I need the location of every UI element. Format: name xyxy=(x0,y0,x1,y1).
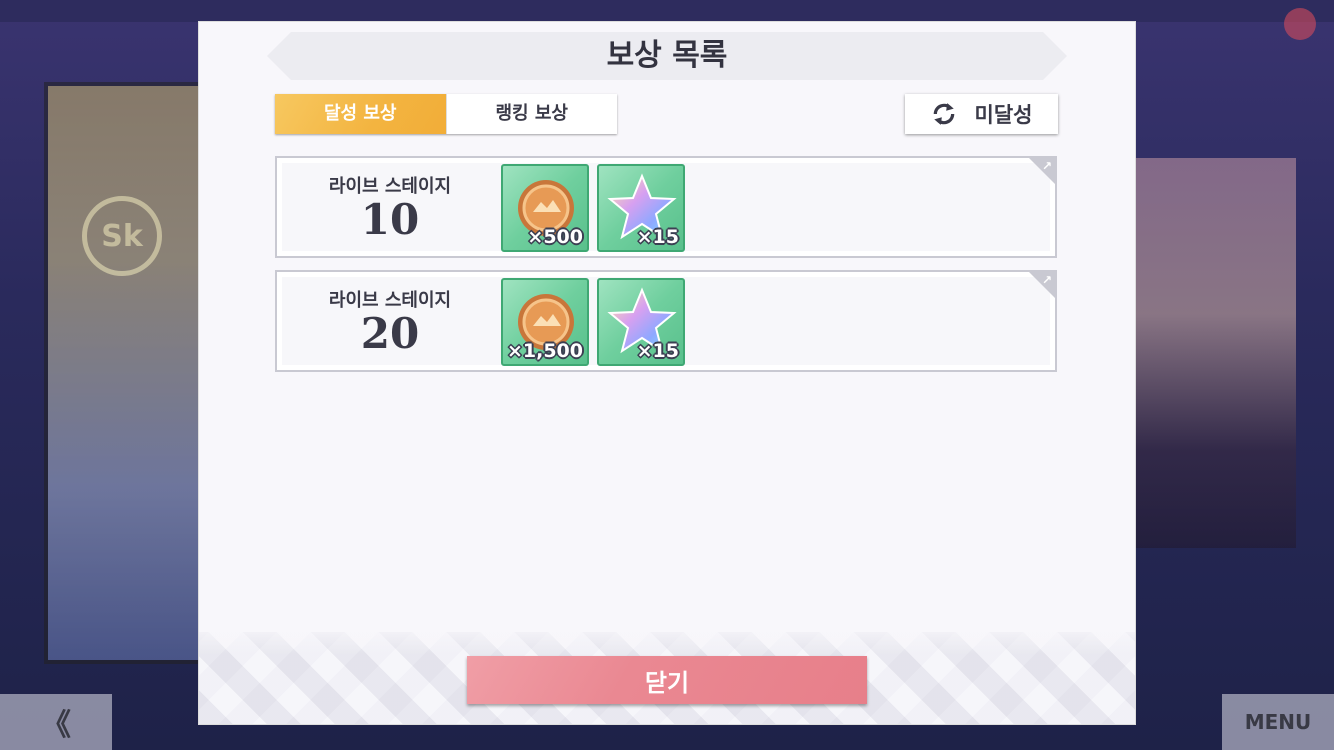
item-quantity: ×15 xyxy=(636,226,679,248)
bg-close-icon xyxy=(1284,8,1316,40)
reward-tabs: 달성 보상 랭킹 보상 xyxy=(275,94,617,134)
close-button[interactable]: 닫기 xyxy=(467,656,867,704)
filter-label: 미달성 xyxy=(974,103,1033,127)
top-strip xyxy=(0,0,1334,22)
sync-icon xyxy=(933,103,954,125)
reward-condition: 라이브 스테이지 10 xyxy=(285,172,495,242)
left-event-card xyxy=(44,82,202,664)
dialog-title: 보상 목록 xyxy=(606,38,728,73)
item-quantity: ×1,500 xyxy=(506,340,583,362)
reward-list-dialog: 보상 목록 달성 보상 랭킹 보상 미달성 라이브 스테이지 10 ×500 ×… xyxy=(199,22,1135,724)
condition-value: 10 xyxy=(360,195,420,244)
reward-row: 라이브 스테이지 20 ×1,500 ×15 ↗ xyxy=(275,270,1057,372)
event-logo: Sk xyxy=(82,196,162,276)
expand-arrow-icon: ↗ xyxy=(1041,159,1052,173)
item-quantity: ×500 xyxy=(527,226,583,248)
menu-button[interactable]: MENU xyxy=(1222,694,1334,750)
tab-achievement-rewards[interactable]: 달성 보상 xyxy=(275,94,446,134)
item-quantity: ×15 xyxy=(636,340,679,362)
reward-item-coin[interactable]: ×500 xyxy=(501,164,589,252)
footer-fade xyxy=(199,624,1135,654)
reward-condition: 라이브 스테이지 20 xyxy=(285,286,495,356)
back-button[interactable]: 《 xyxy=(0,694,112,750)
expand-arrow-icon: ↗ xyxy=(1041,273,1052,287)
reward-row: 라이브 스테이지 10 ×500 ×15 ↗ xyxy=(275,156,1057,258)
tab-ranking-rewards[interactable]: 랭킹 보상 xyxy=(445,94,617,134)
condition-value: 20 xyxy=(360,309,420,358)
right-character-card xyxy=(1130,158,1296,548)
unachieved-filter-button[interactable]: 미달성 xyxy=(905,94,1058,134)
reward-item-coin[interactable]: ×1,500 xyxy=(501,278,589,366)
reward-item-star-gem[interactable]: ×15 xyxy=(597,164,685,252)
reward-item-star-gem[interactable]: ×15 xyxy=(597,278,685,366)
